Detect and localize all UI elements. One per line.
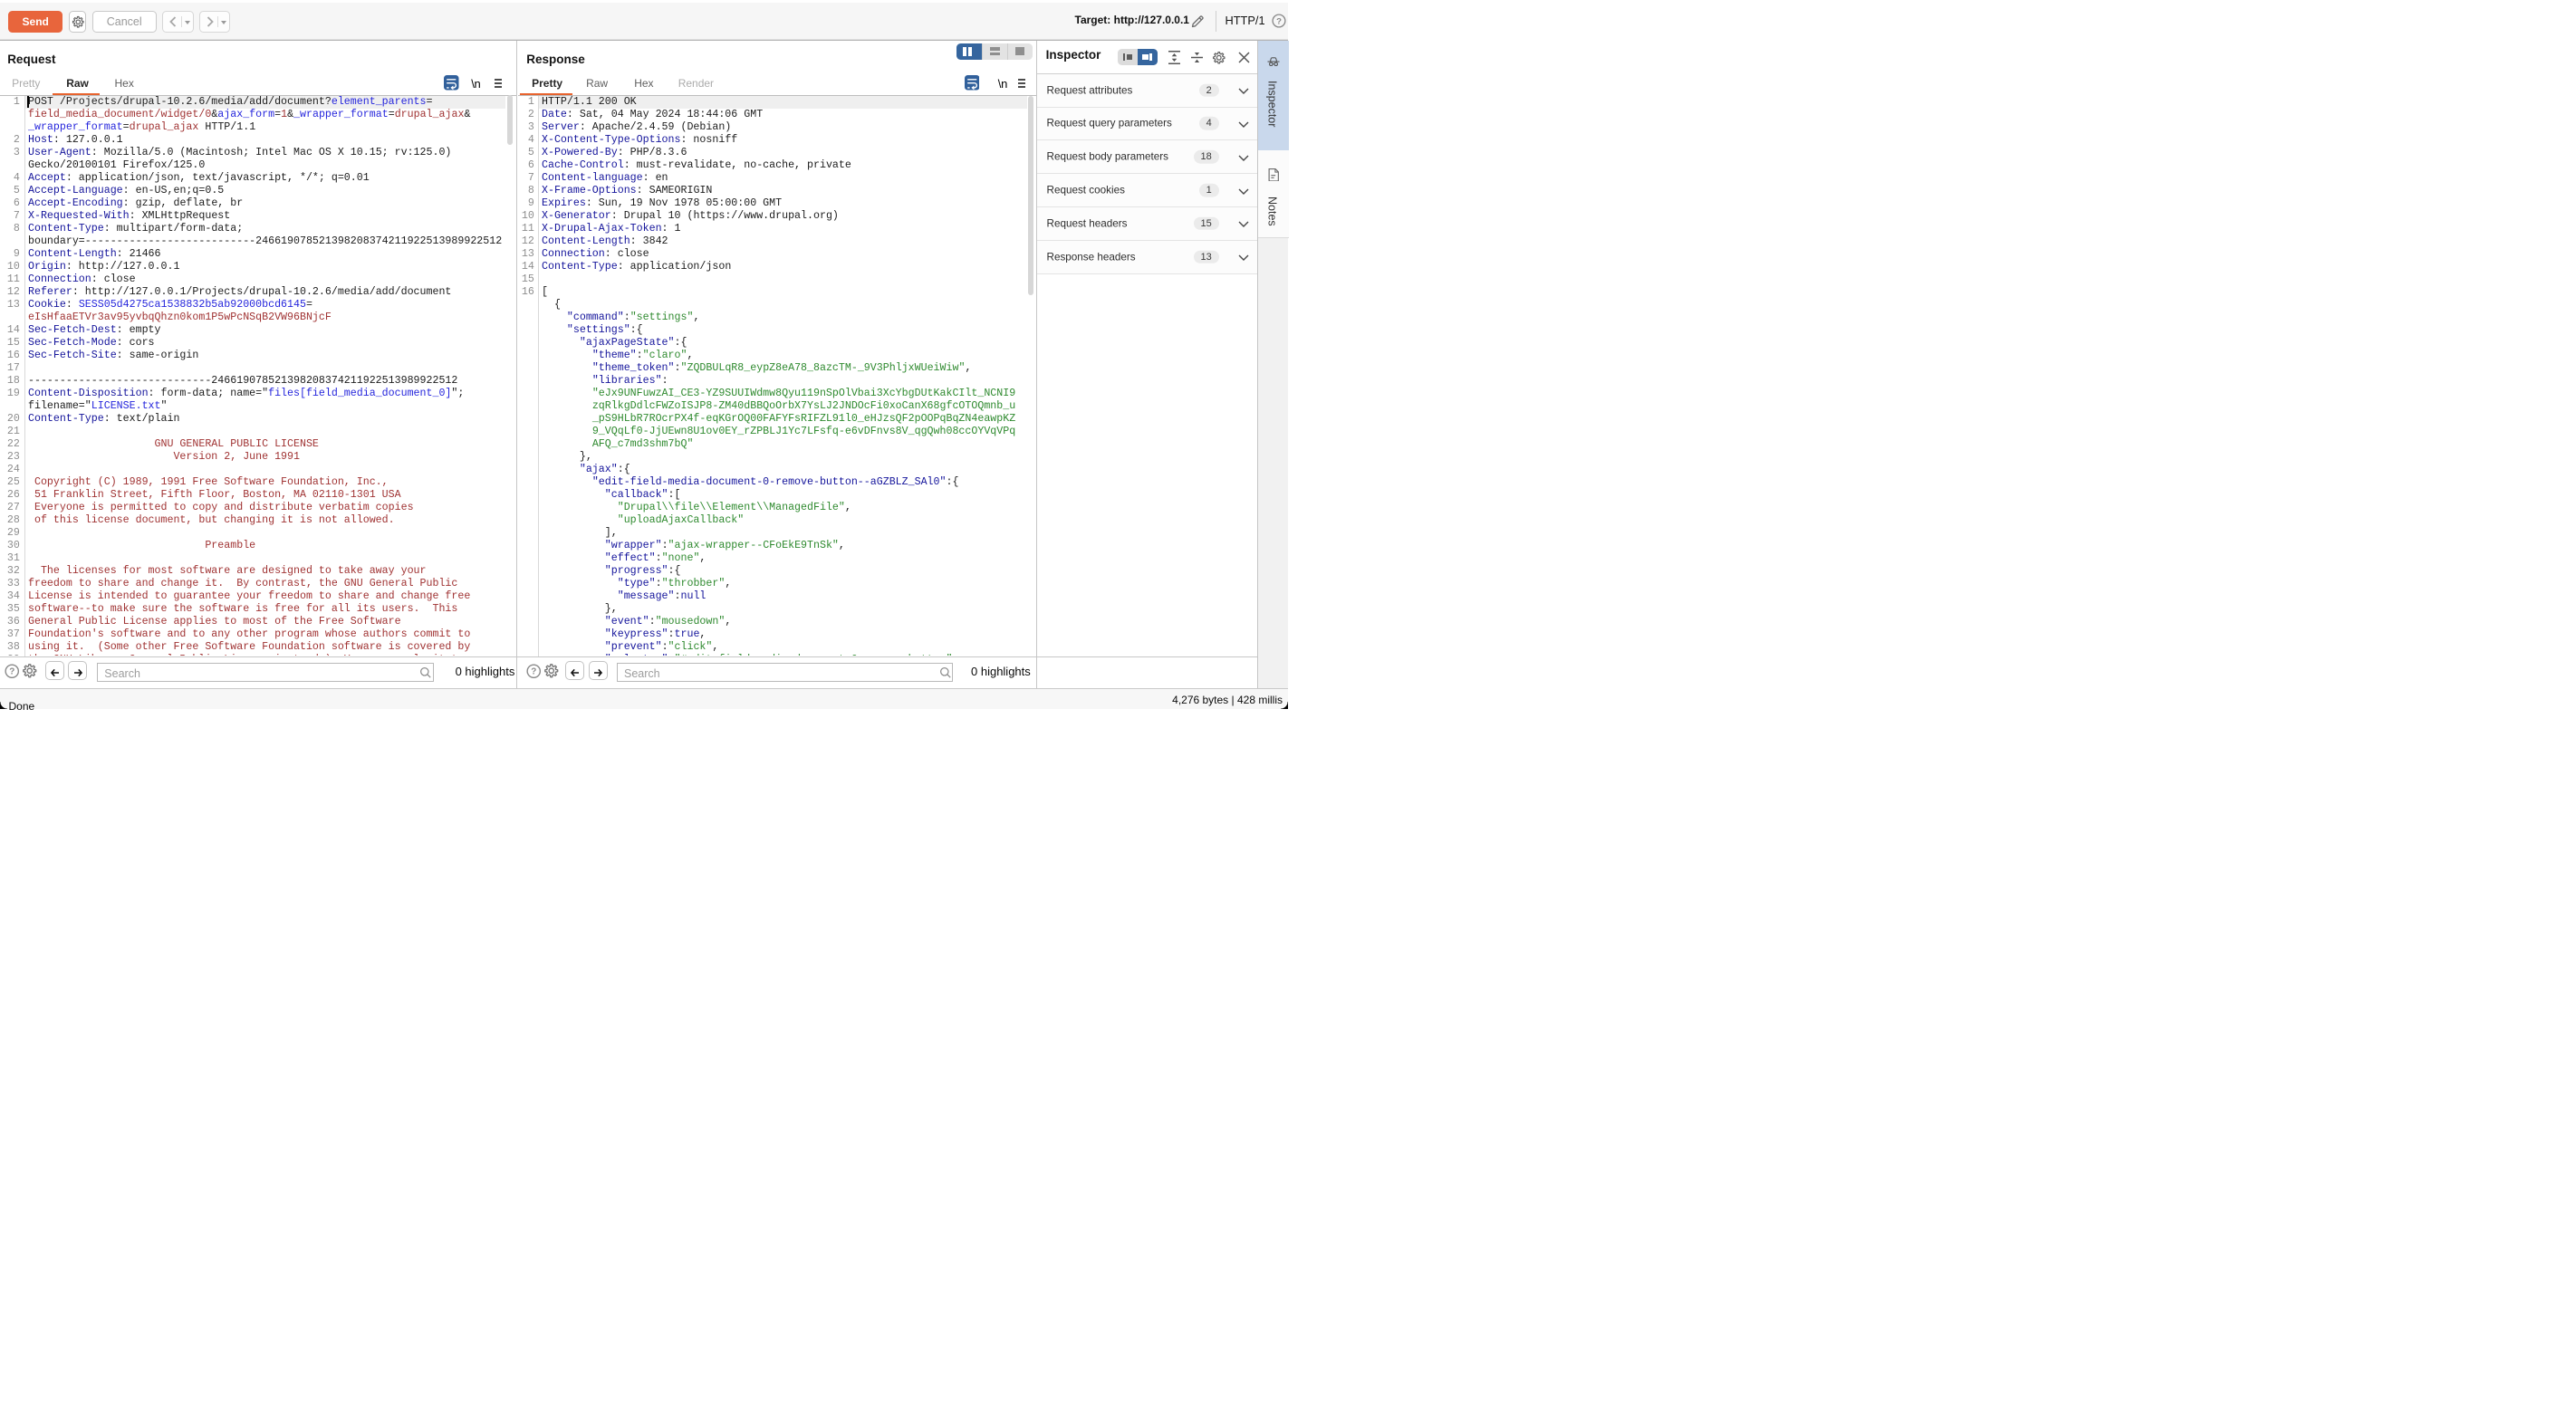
svg-text:?: ? (9, 666, 14, 676)
svg-text:?: ? (531, 666, 536, 676)
svg-text:?: ? (1276, 16, 1282, 26)
